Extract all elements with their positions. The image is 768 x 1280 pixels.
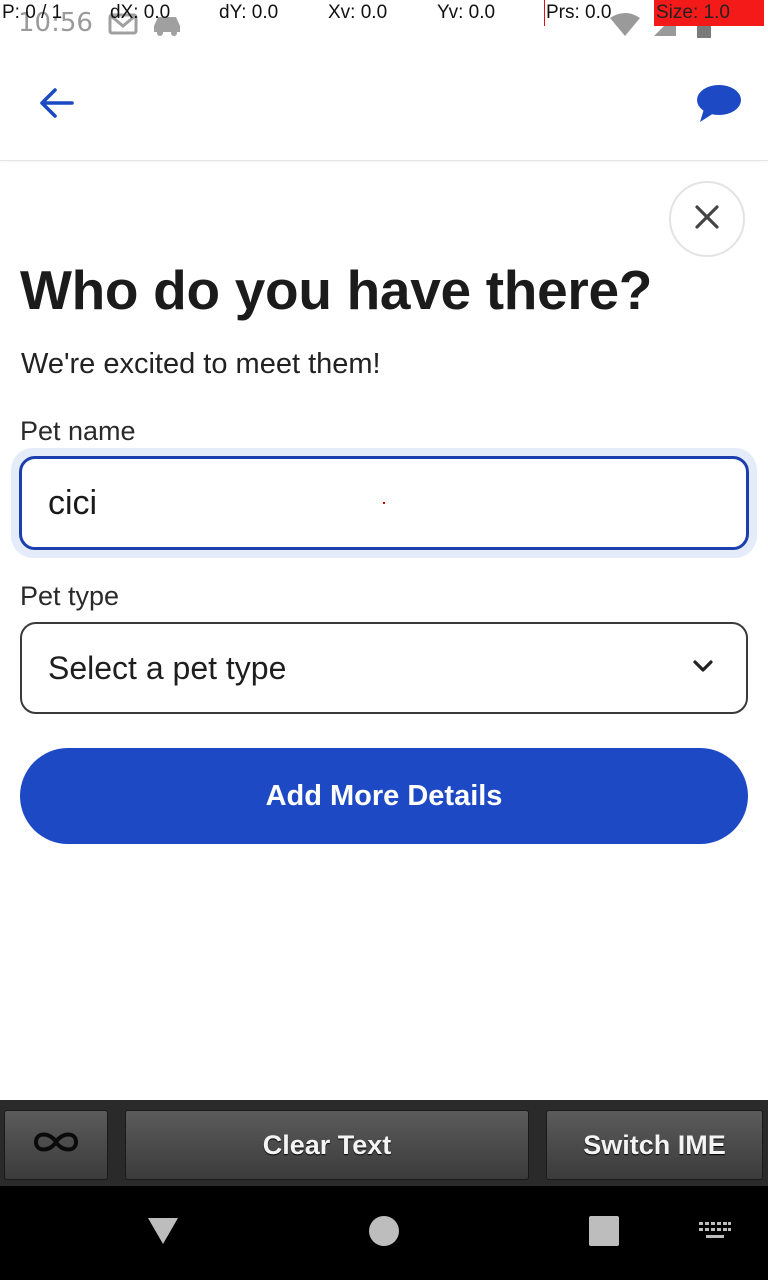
- debug-prs: Prs: 0.0: [546, 2, 612, 23]
- arrow-left-icon: [38, 87, 74, 124]
- pet-type-select[interactable]: Select a pet type: [20, 622, 748, 714]
- debug-xv: Xv: 0.0: [328, 2, 388, 23]
- clear-text-button[interactable]: Clear Text: [125, 1110, 529, 1180]
- debug-divider: [544, 0, 545, 26]
- nav-keyboard-button[interactable]: [690, 1186, 740, 1280]
- debug-size: Size: 1.0: [654, 0, 764, 26]
- debug-dx: dX: 0.0: [110, 2, 171, 23]
- app-bar: [0, 50, 768, 161]
- system-nav-bar: [0, 1186, 768, 1280]
- touch-point-marker: [383, 502, 385, 504]
- pet-type-selected-value: Select a pet type: [48, 650, 287, 686]
- keyboard-icon: [698, 1221, 732, 1246]
- switch-ime-button[interactable]: Switch IME: [546, 1110, 763, 1180]
- ime-toolbar: Clear Text Switch IME: [0, 1100, 768, 1186]
- back-triangle-icon: [146, 1216, 180, 1251]
- close-icon: [694, 204, 720, 235]
- pointer-debug-overlay: P: 0 / 1 dX: 0.0 dY: 0.0 Xv: 0.0 Yv: 0.0…: [0, 0, 768, 28]
- chat-button[interactable]: [690, 80, 748, 130]
- add-more-details-button[interactable]: Add More Details: [20, 748, 748, 844]
- debug-yv: Yv: 0.0: [437, 2, 496, 23]
- page-subtitle: We're excited to meet them!: [21, 348, 381, 380]
- back-button[interactable]: [28, 84, 84, 126]
- chat-bubble-icon: [696, 83, 742, 128]
- status-bar: 10:56 P: 0 / 1 dX: 0.0 dY: 0.0 Xv: 0.0 Y…: [0, 0, 768, 50]
- debug-pointer: P: 0 / 1: [2, 2, 63, 23]
- chevron-down-icon: [692, 658, 714, 679]
- pet-name-label: Pet name: [20, 416, 136, 446]
- nav-home-button[interactable]: [352, 1186, 416, 1280]
- home-circle-icon: [368, 1215, 400, 1252]
- ime-infinity-button[interactable]: [4, 1110, 108, 1180]
- infinity-icon: [31, 1129, 81, 1162]
- pet-type-label: Pet type: [20, 581, 120, 611]
- nav-back-button[interactable]: [130, 1186, 196, 1280]
- debug-dy: dY: 0.0: [219, 2, 279, 23]
- nav-recents-button[interactable]: [572, 1186, 636, 1280]
- close-button[interactable]: [669, 181, 745, 257]
- recents-square-icon: [589, 1215, 619, 1251]
- page-title: Who do you have there?: [20, 259, 653, 321]
